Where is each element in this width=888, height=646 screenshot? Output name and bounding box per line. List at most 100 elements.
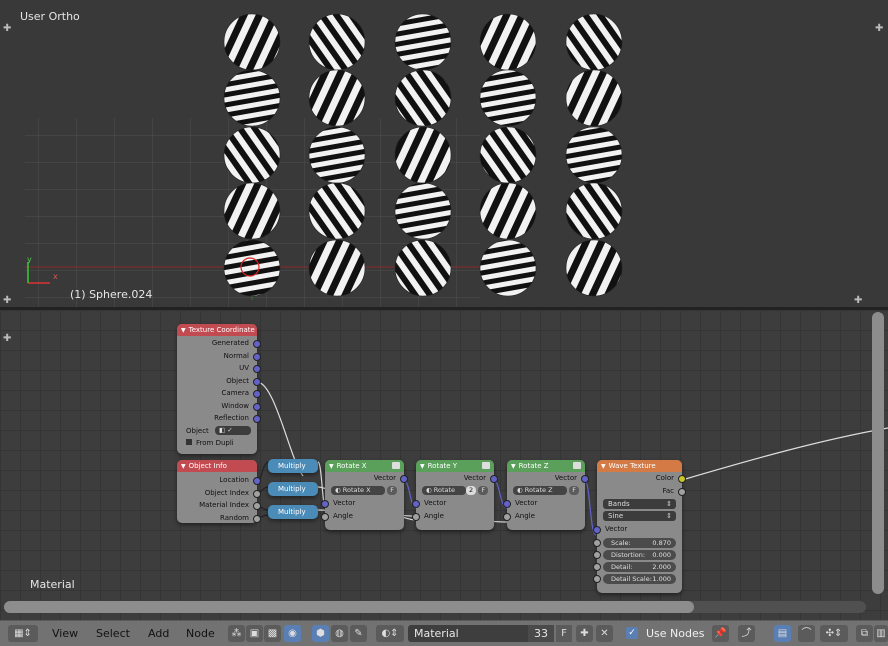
from-dupli-row[interactable]: From Dupli — [177, 437, 257, 450]
node-options-icon[interactable] — [573, 462, 581, 469]
sphere-object[interactable] — [394, 239, 452, 297]
viewport-canvas[interactable]: x y — [0, 0, 888, 307]
output-socket[interactable] — [581, 475, 589, 483]
corner-plus-icon[interactable]: ✚ — [3, 24, 11, 34]
copy-nodes-icon[interactable]: ⧉ — [856, 625, 873, 642]
output-socket[interactable] — [253, 415, 261, 423]
node-editor[interactable]: ▼ Texture Coordinate Generated Normal UV Obj… — [0, 310, 888, 620]
wave-param-field[interactable]: Detail: 2.000 — [593, 561, 676, 572]
sphere-object[interactable] — [565, 69, 623, 127]
wave-type-dropdown[interactable]: Bands — [603, 499, 676, 509]
node-header[interactable]: ▼ Rotate Y — [416, 460, 494, 472]
sphere-object[interactable] — [394, 126, 452, 184]
corner-plus-icon[interactable]: ✚ — [3, 296, 11, 306]
input-socket[interactable] — [593, 562, 601, 571]
output-socket[interactable] — [490, 475, 498, 483]
editor-type-button[interactable]: ▦⇕ — [8, 625, 38, 642]
node-header[interactable]: ▼ Rotate X — [325, 460, 404, 472]
node-options-icon[interactable] — [482, 462, 490, 469]
node-object-info[interactable]: ▼ Object Info Location Object Index Materia… — [177, 460, 261, 523]
input-socket[interactable] — [593, 526, 601, 534]
input-socket[interactable] — [593, 550, 601, 559]
sphere-object[interactable] — [479, 13, 537, 71]
output-socket[interactable] — [253, 365, 261, 373]
node-header[interactable]: ▼ Texture Coordinate — [177, 324, 257, 336]
parent-node-tree-icon[interactable]: ⤴ — [738, 625, 755, 642]
paste-nodes-icon[interactable]: ▥ — [874, 625, 888, 642]
menu-select[interactable]: Select — [96, 621, 130, 646]
wave-param-field[interactable]: Distortion: 0.000 — [593, 549, 676, 560]
node-multiply-1[interactable]: Multiply — [268, 459, 318, 473]
output-socket[interactable] — [253, 502, 261, 510]
output-socket[interactable] — [400, 475, 408, 483]
node-texture-coordinate[interactable]: ▼ Texture Coordinate Generated Normal UV Obj… — [177, 324, 261, 454]
sphere-object[interactable] — [394, 13, 452, 71]
sphere-object[interactable] — [479, 126, 537, 184]
sphere-object[interactable] — [308, 182, 366, 240]
node-header[interactable]: ▼ Rotate Z — [507, 460, 585, 472]
node-rotate-x[interactable]: ▼ Rotate X Vector ◐ Rotate X F Vector Ang… — [321, 460, 408, 530]
output-socket[interactable] — [253, 340, 261, 348]
node-rotate-y[interactable]: ▼ Rotate Y Vector ◐ Rotate 2 F Vector Angl… — [412, 460, 498, 530]
sphere-object[interactable] — [565, 239, 623, 297]
from-dupli-checkbox[interactable] — [186, 439, 192, 445]
material-name-field[interactable]: Material — [408, 625, 528, 642]
sphere-object[interactable] — [565, 182, 623, 240]
unlink-material-icon[interactable]: ✕ — [596, 625, 613, 642]
fake-user-button[interactable]: F — [478, 486, 489, 495]
sphere-object[interactable] — [308, 239, 366, 297]
wave-profile-dropdown[interactable]: Sine — [603, 511, 676, 521]
world-shader-icon[interactable]: ◍ — [331, 625, 348, 642]
shader-nodes-icon[interactable]: ⁂ — [228, 625, 245, 642]
menu-node[interactable]: Node — [186, 621, 215, 646]
object-field[interactable]: ◧ ✓ — [215, 426, 252, 435]
sphere-object[interactable] — [479, 239, 537, 297]
node-multiply-3[interactable]: Multiply — [268, 505, 318, 519]
sphere-object[interactable] — [223, 69, 281, 127]
sphere-object[interactable] — [308, 69, 366, 127]
sphere-object[interactable] — [223, 126, 281, 184]
input-socket[interactable] — [503, 500, 511, 508]
menu-add[interactable]: Add — [148, 621, 169, 646]
composite-nodes-icon[interactable]: ▣ — [246, 625, 263, 642]
linestyle-icon[interactable]: ✎ — [350, 625, 367, 642]
output-socket[interactable] — [678, 487, 686, 496]
3d-viewport[interactable]: x y User Ortho (1) Sphere.024 ✚ ✚ ✚ ✚ — [0, 0, 888, 307]
sphere-object[interactable] — [394, 69, 452, 127]
output-socket[interactable] — [253, 377, 261, 386]
sphere-object[interactable] — [565, 126, 623, 184]
fake-user-button[interactable]: F — [556, 625, 572, 642]
output-socket[interactable] — [253, 390, 261, 398]
group-field[interactable]: ◐ Rotate X — [331, 486, 385, 495]
output-socket[interactable] — [253, 514, 261, 523]
corner-plus-icon[interactable]: ✚ — [854, 296, 862, 306]
sphere-object[interactable] — [308, 13, 366, 71]
input-socket[interactable] — [321, 512, 329, 521]
sphere-object[interactable] — [479, 69, 537, 127]
pin-icon[interactable]: 📌 — [712, 625, 729, 642]
corner-plus-icon[interactable]: ✚ — [3, 334, 11, 344]
node-rotate-z[interactable]: ▼ Rotate Z Vector ◐ Rotate Z F Vector Ang… — [503, 460, 589, 530]
users-count[interactable]: 2 — [466, 486, 477, 495]
sphere-object[interactable] — [308, 126, 366, 184]
texture-nodes-icon[interactable]: ▩ — [264, 625, 281, 642]
node-header[interactable]: ▼ Wave Texture — [597, 460, 682, 472]
menu-view[interactable]: View — [52, 621, 78, 646]
use-nodes-checkbox[interactable]: ✓ — [626, 627, 638, 639]
snap-icon[interactable]: ⌒ — [798, 625, 815, 642]
backdrop-icon[interactable]: ▤ — [774, 625, 791, 642]
corner-plus-icon[interactable]: ✚ — [875, 24, 883, 34]
input-socket[interactable] — [412, 512, 420, 521]
node-multiply-2[interactable]: Multiply — [268, 482, 318, 496]
output-socket[interactable] — [253, 402, 261, 411]
sphere-object[interactable] — [223, 239, 281, 297]
input-socket[interactable] — [593, 538, 601, 547]
fake-user-button[interactable]: F — [387, 486, 397, 495]
sphere-object[interactable] — [565, 13, 623, 71]
group-field[interactable]: ◐ Rotate Z — [513, 486, 567, 495]
shader-node-tree-icon[interactable]: ◉ — [284, 625, 301, 642]
node-header[interactable]: ▼ Object Info — [177, 460, 257, 472]
wave-param-field[interactable]: Detail Scale: 1.000 — [593, 573, 676, 584]
material-browse-button[interactable]: ◐⇕ — [376, 625, 404, 642]
fake-user-button[interactable]: F — [569, 486, 579, 495]
